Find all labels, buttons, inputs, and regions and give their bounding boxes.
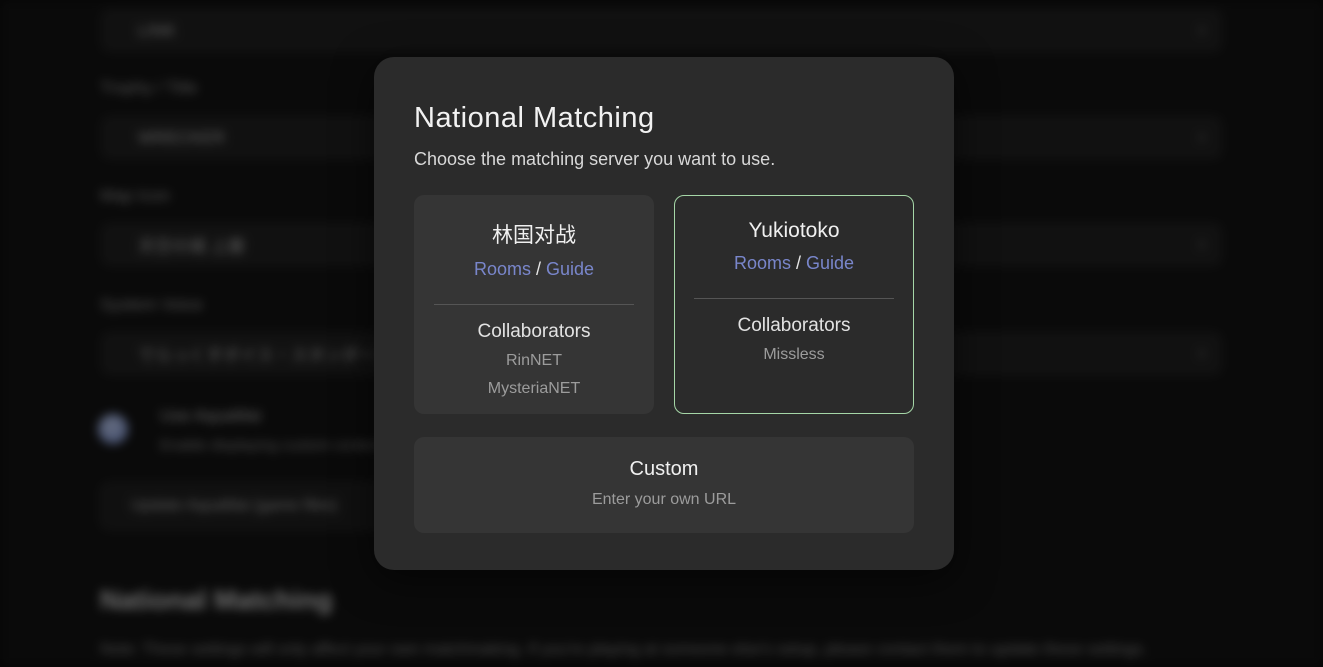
custom-card-title: Custom	[414, 458, 914, 481]
collaborator-name: RinNET	[415, 351, 653, 371]
collaborator-name: Missless	[675, 345, 913, 365]
custom-server-card[interactable]: Custom Enter your own URL	[414, 437, 914, 533]
server-links: Rooms / Guide	[675, 253, 913, 274]
server-card-linguo[interactable]: 林国对战 Rooms / Guide Collaborators RinNET …	[414, 195, 654, 414]
server-links: Rooms / Guide	[415, 259, 653, 280]
rooms-link[interactable]: Rooms	[474, 259, 531, 279]
app-root: LINK › Trophy / Title WRECKER › Map Icon…	[0, 0, 1323, 667]
card-divider	[694, 298, 894, 299]
server-name: 林国对战	[415, 219, 653, 249]
custom-card-subtitle: Enter your own URL	[414, 491, 914, 509]
server-name: Yukiotoko	[675, 219, 913, 243]
link-separator: /	[791, 253, 806, 273]
guide-link[interactable]: Guide	[546, 259, 594, 279]
national-matching-modal: National Matching Choose the matching se…	[374, 57, 954, 570]
collaborator-name: MysteriaNET	[415, 379, 653, 399]
collaborators-heading: Collaborators	[675, 315, 913, 337]
rooms-link[interactable]: Rooms	[734, 253, 791, 273]
card-divider	[434, 304, 634, 305]
guide-link[interactable]: Guide	[806, 253, 854, 273]
modal-subtitle: Choose the matching server you want to u…	[414, 149, 914, 170]
collaborators-heading: Collaborators	[415, 321, 653, 343]
server-card-yukiotoko[interactable]: Yukiotoko Rooms / Guide Collaborators Mi…	[674, 195, 914, 414]
modal-title: National Matching	[414, 102, 914, 135]
link-separator: /	[531, 259, 546, 279]
server-cards-row: 林国对战 Rooms / Guide Collaborators RinNET …	[414, 195, 914, 414]
